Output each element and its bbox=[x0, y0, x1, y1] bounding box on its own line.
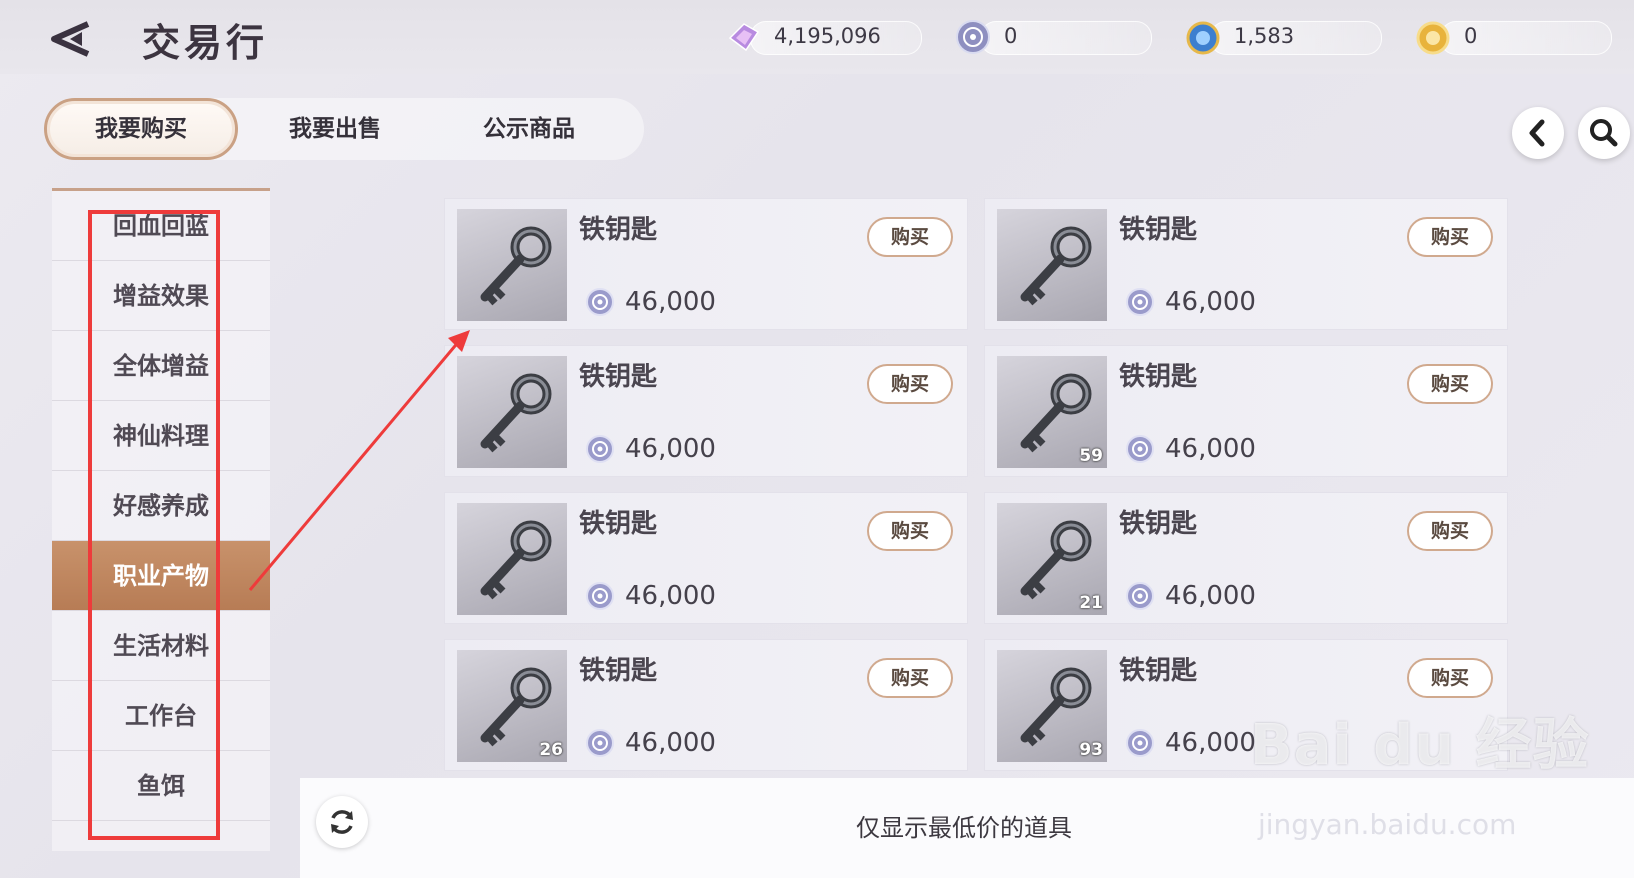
item-quantity: 26 bbox=[539, 740, 563, 760]
tab-bar: 我要购买 我要出售 公示商品 bbox=[44, 98, 644, 160]
item-thumbnail: 93 bbox=[997, 650, 1107, 762]
currency-blue-gem-value: 1,583 bbox=[1234, 24, 1295, 48]
item-price: 46,000 bbox=[1165, 728, 1256, 758]
item-thumbnail: 59 bbox=[997, 356, 1107, 468]
silver-coin-icon bbox=[1125, 581, 1155, 611]
category-item[interactable]: 神仙料理 bbox=[52, 401, 270, 471]
refresh-button[interactable] bbox=[316, 796, 368, 848]
buy-button[interactable]: 购买 bbox=[1407, 658, 1493, 698]
silver-coin-icon bbox=[585, 581, 615, 611]
category-item[interactable]: 回血回蓝 bbox=[52, 191, 270, 261]
item-name: 铁钥匙 bbox=[579, 656, 658, 686]
item-thumbnail bbox=[457, 503, 567, 615]
tab-public-listings[interactable]: 公示商品 bbox=[432, 98, 626, 160]
item-card[interactable]: 铁钥匙 46,000 购买 bbox=[444, 345, 968, 477]
silver-coin-icon bbox=[585, 434, 615, 464]
item-quantity: 59 bbox=[1079, 446, 1103, 466]
silver-coin-icon bbox=[1125, 434, 1155, 464]
buy-button[interactable]: 购买 bbox=[867, 658, 953, 698]
buy-button[interactable]: 购买 bbox=[867, 511, 953, 551]
tab-sell[interactable]: 我要出售 bbox=[238, 98, 432, 160]
top-bar: 交易行 4,195,096 0 1,583 0 bbox=[0, 0, 1634, 74]
item-price: 46,000 bbox=[1165, 581, 1256, 611]
category-item[interactable]: 好感养成 bbox=[52, 471, 270, 541]
item-quantity: 21 bbox=[1079, 593, 1103, 613]
category-item[interactable]: 鱼饵 bbox=[52, 751, 270, 821]
gold-coin-icon bbox=[1416, 21, 1450, 55]
silver-coin-icon bbox=[956, 20, 990, 54]
category-item[interactable]: 生活材料 bbox=[52, 611, 270, 681]
blue-gem-coin-icon bbox=[1186, 21, 1220, 55]
buy-button[interactable]: 购买 bbox=[1407, 364, 1493, 404]
item-thumbnail bbox=[997, 209, 1107, 321]
item-card[interactable]: 93 铁钥匙 46,000 购买 bbox=[984, 639, 1508, 771]
currency-gold-value: 0 bbox=[1464, 24, 1478, 48]
item-price: 46,000 bbox=[625, 287, 716, 317]
buy-button[interactable]: 购买 bbox=[867, 217, 953, 257]
buy-button[interactable]: 购买 bbox=[1407, 511, 1493, 551]
currency-crystal: 4,195,096 bbox=[724, 18, 924, 56]
item-name: 铁钥匙 bbox=[1119, 362, 1198, 392]
item-card[interactable]: 铁钥匙 46,000 购买 bbox=[444, 492, 968, 624]
back-arrow-icon bbox=[51, 21, 90, 57]
item-name: 铁钥匙 bbox=[579, 215, 658, 245]
currency-silver: 0 bbox=[954, 18, 1154, 56]
currency-silver-value: 0 bbox=[1004, 24, 1018, 48]
item-card[interactable]: 59 铁钥匙 46,000 购买 bbox=[984, 345, 1508, 477]
currency-gold: 0 bbox=[1414, 18, 1614, 56]
item-card[interactable]: 21 铁钥匙 46,000 购买 bbox=[984, 492, 1508, 624]
item-card[interactable]: 铁钥匙 46,000 购买 bbox=[444, 198, 968, 330]
currency-blue-gem: 1,583 bbox=[1184, 18, 1384, 56]
crystal-icon bbox=[728, 23, 760, 52]
category-item[interactable]: 全体增益 bbox=[52, 331, 270, 401]
item-name: 铁钥匙 bbox=[1119, 656, 1198, 686]
item-price: 46,000 bbox=[1165, 287, 1256, 317]
page-title: 交易行 bbox=[142, 20, 269, 65]
search-icon bbox=[1590, 119, 1618, 147]
currency-crystal-value: 4,195,096 bbox=[774, 24, 881, 48]
buy-button[interactable]: 购买 bbox=[1407, 217, 1493, 257]
item-thumbnail bbox=[457, 356, 567, 468]
item-card[interactable]: 26 铁钥匙 46,000 购买 bbox=[444, 639, 968, 771]
category-item[interactable]: 增益效果 bbox=[52, 261, 270, 331]
item-card[interactable]: 铁钥匙 46,000 购买 bbox=[984, 198, 1508, 330]
refresh-icon bbox=[331, 810, 353, 834]
lowest-price-only-note: 仅显示最低价的道具 bbox=[856, 814, 1072, 842]
silver-coin-icon bbox=[1125, 287, 1155, 317]
prev-page-button[interactable] bbox=[1512, 107, 1564, 159]
item-name: 铁钥匙 bbox=[579, 362, 658, 392]
category-item-active[interactable]: 职业产物 bbox=[52, 541, 270, 611]
item-thumbnail: 21 bbox=[997, 503, 1107, 615]
item-price: 46,000 bbox=[625, 581, 716, 611]
item-name: 铁钥匙 bbox=[1119, 215, 1198, 245]
item-price: 46,000 bbox=[625, 728, 716, 758]
item-thumbnail: 26 bbox=[457, 650, 567, 762]
item-thumbnail bbox=[457, 209, 567, 321]
item-name: 铁钥匙 bbox=[1119, 509, 1198, 539]
silver-coin-icon bbox=[1125, 728, 1155, 758]
item-name: 铁钥匙 bbox=[579, 509, 658, 539]
buy-button[interactable]: 购买 bbox=[867, 364, 953, 404]
back-button[interactable] bbox=[48, 18, 104, 60]
category-item[interactable]: 工作台 bbox=[52, 681, 270, 751]
silver-coin-icon bbox=[585, 728, 615, 758]
search-button[interactable] bbox=[1578, 107, 1630, 159]
item-price: 46,000 bbox=[1165, 434, 1256, 464]
item-quantity: 93 bbox=[1079, 740, 1103, 760]
silver-coin-icon bbox=[585, 287, 615, 317]
item-price: 46,000 bbox=[625, 434, 716, 464]
chevron-left-icon bbox=[1529, 119, 1545, 147]
category-sidebar: 回血回蓝 增益效果 全体增益 神仙料理 好感养成 职业产物 生活材料 工作台 鱼… bbox=[52, 188, 270, 851]
tab-buy[interactable]: 我要购买 bbox=[44, 98, 238, 160]
